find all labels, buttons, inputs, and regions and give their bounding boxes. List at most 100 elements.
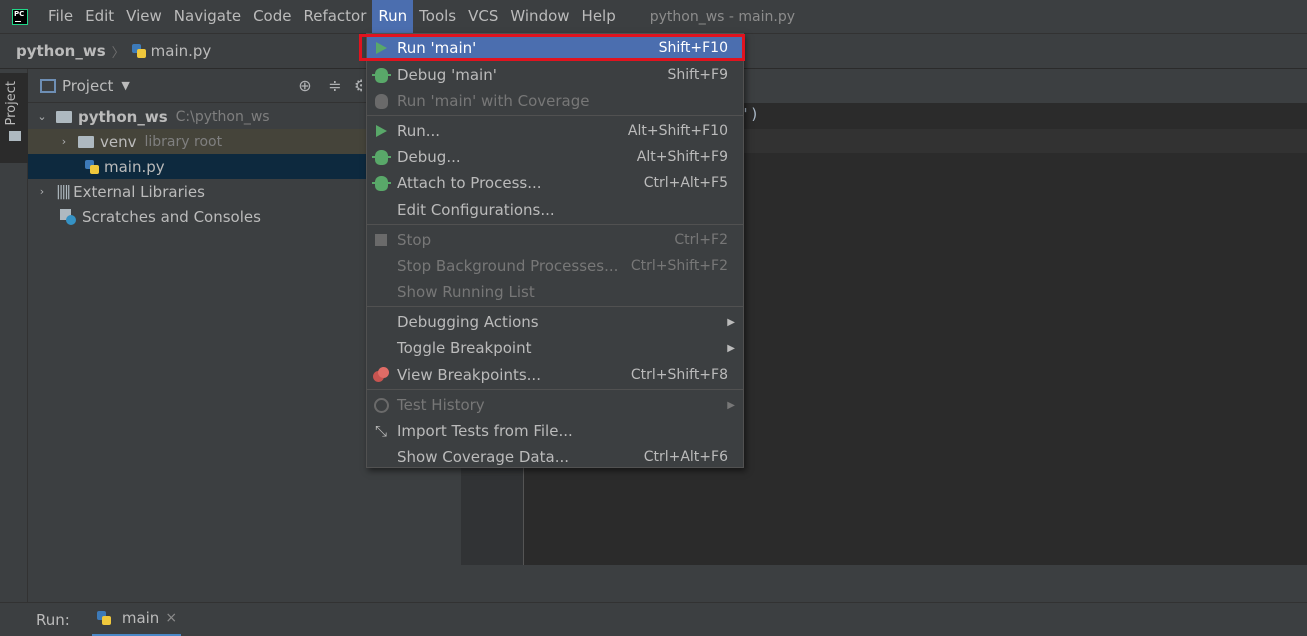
locate-target-icon[interactable]: ⊕ [296,77,314,95]
editor-bottom-area [461,565,1307,602]
menu-toggle-breakpoint-label: Toggle Breakpoint [397,339,532,357]
run-label: Run: [36,610,70,629]
run-tab-main[interactable]: main × [91,603,182,636]
breadcrumb-separator-icon: 〉 [111,45,125,61]
run-icon [372,122,390,140]
menu-debug-dialog-label: Debug... [397,148,461,166]
close-icon[interactable]: × [165,610,177,626]
project-tool-tab-label: Project [4,81,19,126]
menu-show-coverage-data-shortcut: Ctrl+Alt+F6 [643,449,728,465]
menu-debug-main[interactable]: Debug 'main' Shift+F9 [367,62,743,88]
menu-show-running-list: Show Running List [367,279,743,305]
tree-root-path: C:\python_ws [175,108,270,125]
menu-code[interactable]: Code [247,0,297,33]
tree-external-label: External Libraries [73,182,205,201]
menu-separator [367,224,743,225]
folder-icon [56,110,72,123]
window-title: python_ws - main.py [649,8,796,25]
menu-debugging-actions[interactable]: Debugging Actions ▶ [367,309,743,335]
menu-toggle-breakpoint[interactable]: Toggle Breakpoint ▶ [367,335,743,361]
chevron-down-icon[interactable]: ▼ [121,79,129,92]
menu-help[interactable]: Help [576,0,622,33]
folder-icon [78,135,94,148]
menu-debug-dialog[interactable]: Debug... Alt+Shift+F9 [367,144,743,170]
menu-run-main[interactable]: Run 'main' Shift+F10 [359,34,745,61]
menu-debug-main-shortcut: Shift+F9 [667,67,728,83]
scratches-icon [60,208,76,225]
menu-view-breakpoints-shortcut: Ctrl+Shift+F8 [630,367,728,383]
menu-file[interactable]: File [42,0,79,33]
clock-icon [372,396,390,414]
menu-run-coverage: Run 'main' with Coverage [367,88,743,114]
menu-import-tests[interactable]: ⤡ Import Tests from File... [367,418,743,444]
python-file-icon [84,159,100,175]
menu-bar: PC File Edit View Navigate Code Refactor… [0,0,1307,33]
tree-venv-name: venv [100,132,137,151]
menu-test-history: Test History ▶ [367,392,743,418]
menu-edit[interactable]: Edit [79,0,120,33]
menu-refactor[interactable]: Refactor [297,0,372,33]
menu-separator [367,306,743,307]
menu-run[interactable]: Run [372,0,414,33]
submenu-arrow-icon: ▶ [727,399,735,411]
menu-separator [367,115,743,116]
menu-debug-dialog-shortcut: Alt+Shift+F9 [636,149,728,165]
menu-navigate[interactable]: Navigate [168,0,247,33]
python-file-icon [131,43,147,59]
run-tool-window-bar: Run: main × [0,602,1307,636]
project-panel-title[interactable]: Project [62,77,113,95]
settings-gear-icon[interactable]: ⚙ [354,77,362,95]
menu-stop: Stop Ctrl+F2 [367,227,743,253]
debug-icon [371,66,391,84]
tree-file-name: main.py [104,157,165,176]
debug-icon [371,148,391,166]
menu-show-coverage-data[interactable]: Show Coverage Data... Ctrl+Alt+F6 [367,444,743,470]
menu-stop-label: Stop [397,231,432,249]
library-bars-icon: |||‖ [56,183,71,200]
breadcrumb-file[interactable]: main.py [131,42,212,60]
python-file-icon [96,610,112,626]
pycharm-logo-icon: PC [12,8,28,25]
submenu-arrow-icon: ▶ [727,342,735,354]
menu-run-dialog-label: Run... [397,122,441,140]
menu-vcs[interactable]: VCS [462,0,504,33]
menu-view[interactable]: View [120,0,168,33]
collapse-all-icon[interactable]: ≑ [326,77,344,95]
chevron-right-icon[interactable]: › [58,135,70,148]
chevron-down-icon[interactable]: ⌄ [36,110,48,123]
menu-stop-shortcut: Ctrl+F2 [674,232,728,248]
breadcrumb-file-label: main.py [150,42,212,60]
menu-stop-background-shortcut: Ctrl+Shift+F2 [630,258,728,274]
left-tool-stripe: Project [0,69,28,602]
run-menu-dropdown: Run 'main' Shift+F10 Debug 'main' Shift+… [359,33,745,470]
menu-stop-background-label: Stop Background Processes... [397,257,619,275]
menu-show-coverage-data-label: Show Coverage Data... [397,448,569,466]
breakpoints-icon [372,366,390,384]
menu-show-running-list-label: Show Running List [397,283,535,301]
menu-tools[interactable]: Tools [413,0,462,33]
menu-attach-process-shortcut: Ctrl+Alt+F5 [643,175,728,191]
tree-venv-note: library root [144,133,223,150]
coverage-icon [372,92,390,110]
chevron-right-icon[interactable]: › [36,185,48,198]
menu-edit-configurations[interactable]: Edit Configurations... [367,197,743,223]
menu-run-dialog[interactable]: Run... Alt+Shift+F10 [367,118,743,144]
menu-view-breakpoints-label: View Breakpoints... [397,366,541,384]
run-tab-label: main [121,609,160,627]
stop-icon [372,231,390,249]
menu-edit-configurations-label: Edit Configurations... [397,201,555,219]
annotation-highlight-box [359,34,745,61]
tree-scratches-label: Scratches and Consoles [82,207,261,226]
menu-window[interactable]: Window [504,0,575,33]
submenu-arrow-icon: ▶ [727,316,735,328]
menu-attach-process[interactable]: Attach to Process... Ctrl+Alt+F5 [367,170,743,196]
menu-import-tests-label: Import Tests from File... [397,422,573,440]
menu-attach-process-label: Attach to Process... [397,174,542,192]
menu-view-breakpoints[interactable]: View Breakpoints... Ctrl+Shift+F8 [367,362,743,388]
attach-icon [371,174,391,192]
project-tool-tab[interactable]: Project [0,73,28,163]
breadcrumb-project[interactable]: python_ws [16,42,106,60]
folder-icon [9,131,21,141]
menu-debugging-actions-label: Debugging Actions [397,313,539,331]
project-view-icon [40,78,56,93]
